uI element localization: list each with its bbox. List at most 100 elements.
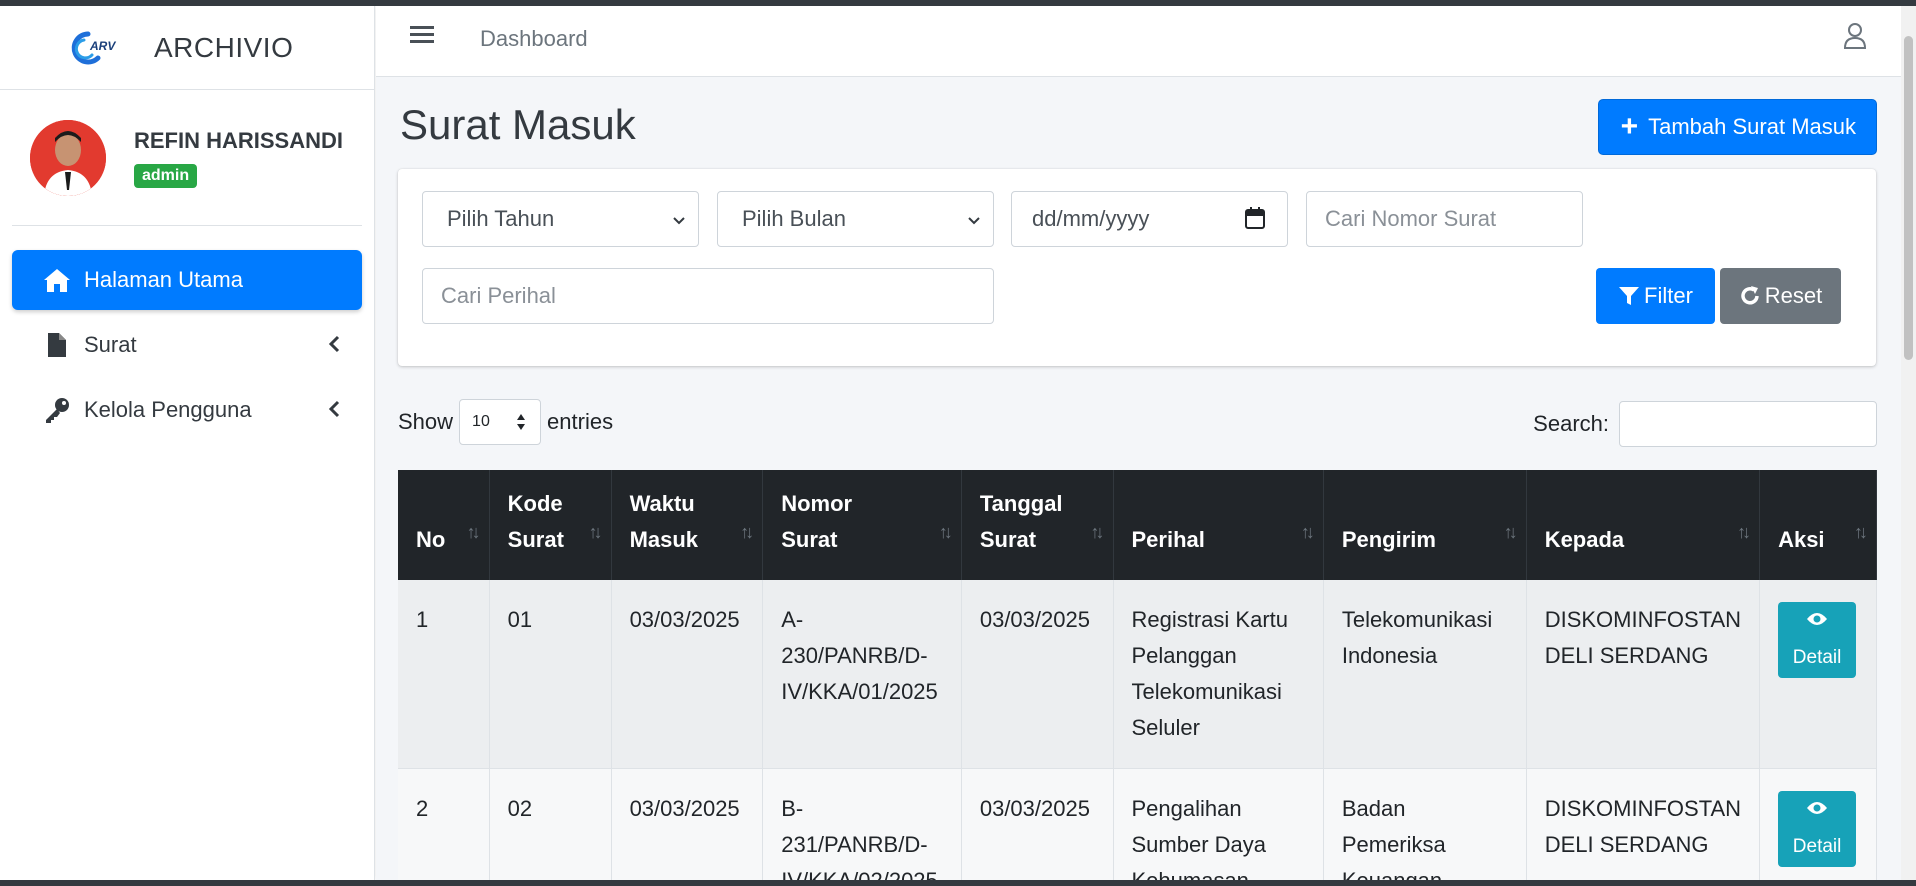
column-header[interactable]: Kepada ↑↓ (1526, 470, 1761, 580)
sort-icon: ↑↓ (1737, 522, 1751, 542)
sidebar-item-kelola-pengguna[interactable]: Kelola Pengguna (12, 380, 362, 440)
page-scrollbar[interactable] (1901, 6, 1916, 880)
sidebar-item-halaman-utama[interactable]: Halaman Utama (12, 250, 362, 310)
detail-button-label: Detail (1792, 836, 1842, 857)
app-frame: ARV ARCHIVIO REFIN HARISSANDI admin Hala… (0, 6, 1916, 880)
month-select[interactable]: Pilih Bulan (717, 191, 994, 247)
page-title: Surat Masuk (400, 101, 636, 148)
hamburger-menu-icon[interactable] (410, 24, 434, 51)
cell-kepada: DISKOMINFOSTAN DELI SERDANG (1526, 580, 1761, 769)
user-icon[interactable] (1843, 22, 1867, 55)
show-entries: Show 10 entries (398, 399, 613, 445)
add-surat-masuk-button[interactable]: + Tambah Surat Masuk (1597, 99, 1877, 155)
sort-icon: ↑↓ (740, 522, 754, 542)
reset-button[interactable]: Reset (1720, 268, 1841, 324)
show-label: Show (398, 409, 454, 434)
cell-no: 1 (398, 580, 490, 769)
key-icon (42, 395, 72, 425)
cell-perihal: PengalihanSumber DayaKehumasan (1113, 768, 1324, 880)
chevron-down-icon (672, 210, 686, 236)
detail-button[interactable]: Detail (1778, 602, 1857, 678)
detail-button[interactable]: Detail (1778, 791, 1857, 867)
filter-card: Pilih Tahun Pilih Bulan dd/mm/yyyy Cari … (398, 169, 1876, 366)
sort-icon: ↑↓ (938, 522, 953, 542)
filter-icon (1618, 285, 1640, 307)
column-header[interactable]: Waktu Masuk ↑↓ (611, 470, 764, 580)
filter-button[interactable]: Filter (1596, 268, 1715, 324)
calendar-icon[interactable] (1245, 206, 1265, 236)
sort-arrows-icon (516, 412, 526, 437)
search-label: Search: (1533, 411, 1609, 436)
detail-button-label: Detail (1792, 647, 1842, 668)
sort-icon: ↑↓ (1090, 522, 1105, 542)
home-icon (42, 265, 72, 295)
sort-icon: ↑↓ (588, 522, 603, 542)
sort-icon: ↑↓ (466, 522, 481, 542)
sidebar-item-label: Kelola Pengguna (84, 397, 252, 422)
cell-tanggal: 03/03/2025 (961, 580, 1114, 769)
window-bottom-border (0, 880, 1916, 886)
search-input[interactable] (1619, 401, 1877, 447)
sort-icon: ↑↓ (1503, 522, 1518, 542)
cell-nomor: A- 230/PANRB/D- IV/KKA/01/2025 (762, 580, 962, 769)
main-content: Surat Masuk + Tambah Surat Masuk Pilih T… (376, 77, 1901, 880)
role-badge: admin (134, 163, 198, 188)
column-header[interactable]: Kode Surat ↑↓ (489, 470, 612, 580)
add-button-label: Tambah Surat Masuk (1648, 114, 1856, 139)
cell-perihal: Registrasi Kartu Pelanggan Telekomunikasi S… (1113, 580, 1324, 769)
eye-icon (1806, 604, 1828, 640)
entries-label: entries (547, 409, 614, 434)
brand-logo: ARV (68, 28, 126, 68)
sidebar: ARV ARCHIVIO REFIN HARISSANDI admin Hala… (0, 6, 375, 880)
cell-kode: 02 (489, 768, 612, 880)
table-row: 2 02 03/03/2025 B-231/PANRB/D-IV/KKA/02/… (398, 768, 1877, 880)
sidebar-nav: Halaman Utama Surat Kelola Pengguna (0, 226, 374, 440)
cell-aksi: Detail (1759, 580, 1877, 769)
column-header[interactable]: Perihal ↑↓ (1113, 470, 1324, 580)
chevron-left-icon (328, 398, 340, 424)
scrollbar-thumb[interactable] (1904, 36, 1913, 360)
column-header[interactable]: Nomor Surat ↑↓ (762, 470, 962, 580)
chevron-down-icon (967, 210, 981, 236)
cell-no: 2 (398, 768, 490, 880)
column-header[interactable]: Pengirim ↑↓ (1323, 470, 1527, 580)
cell-pengirim: BadanPemeriksaKeuangan (1323, 768, 1527, 880)
reset-button-label: Reset (1764, 283, 1823, 308)
perihal-search-input[interactable]: Cari Perihal (422, 268, 994, 324)
column-header[interactable]: Tanggal Surat ↑↓ (961, 470, 1114, 580)
column-header[interactable]: No ↑↓ (398, 470, 490, 580)
sidebar-item-label: Halaman Utama (84, 267, 243, 292)
perihal-placeholder: Cari Perihal (441, 283, 556, 308)
avatar[interactable] (30, 119, 106, 196)
date-input-value: dd/mm/yyyy (1032, 206, 1150, 231)
brand[interactable]: ARV ARCHIVIO (0, 6, 374, 90)
cell-nomor: B-231/PANRB/D-IV/KKA/02/2025 (762, 768, 962, 880)
table-header-row: No ↑↓ Kode Surat ↑↓ Waktu Masuk ↑↓ Nomor Surat… (398, 470, 1877, 580)
filter-button-label: Filter (1644, 283, 1693, 308)
sidebar-item-label: Surat (84, 332, 137, 357)
year-select[interactable]: Pilih Tahun (422, 191, 699, 247)
user-name[interactable]: REFIN HARISSANDI (134, 128, 343, 154)
user-panel: REFIN HARISSANDI admin (12, 90, 362, 226)
month-select-value: Pilih Bulan (742, 206, 846, 231)
top-navbar: Dashboard (376, 6, 1901, 77)
nomor-surat-search-input[interactable]: Cari Nomor Surat (1306, 191, 1583, 247)
entries-select[interactable]: 10 (459, 399, 542, 445)
plus-icon: + (1620, 110, 1639, 143)
cell-waktu: 03/03/2025 (611, 768, 764, 880)
refresh-icon (1739, 285, 1761, 307)
brand-name: ARCHIVIO (154, 31, 294, 63)
nomor-surat-placeholder: Cari Nomor Surat (1325, 206, 1497, 231)
column-header[interactable]: Aksi ↑↓ (1759, 470, 1877, 580)
entries-select-value: 10 (472, 413, 490, 430)
eye-icon (1806, 793, 1828, 829)
table-search: Search: (1533, 401, 1877, 447)
year-select-value: Pilih Tahun (447, 206, 555, 231)
brand-logo-text: ARV (89, 39, 116, 53)
date-input[interactable]: dd/mm/yyyy (1011, 191, 1288, 247)
sidebar-item-surat[interactable]: Surat (12, 315, 362, 375)
nav-link-dashboard[interactable]: Dashboard (480, 26, 588, 52)
cell-waktu: 03/03/2025 (611, 580, 764, 769)
cell-kepada: DISKOMINFOSTAN DELI SERDANG (1526, 768, 1761, 880)
cell-aksi: Detail (1759, 768, 1877, 880)
